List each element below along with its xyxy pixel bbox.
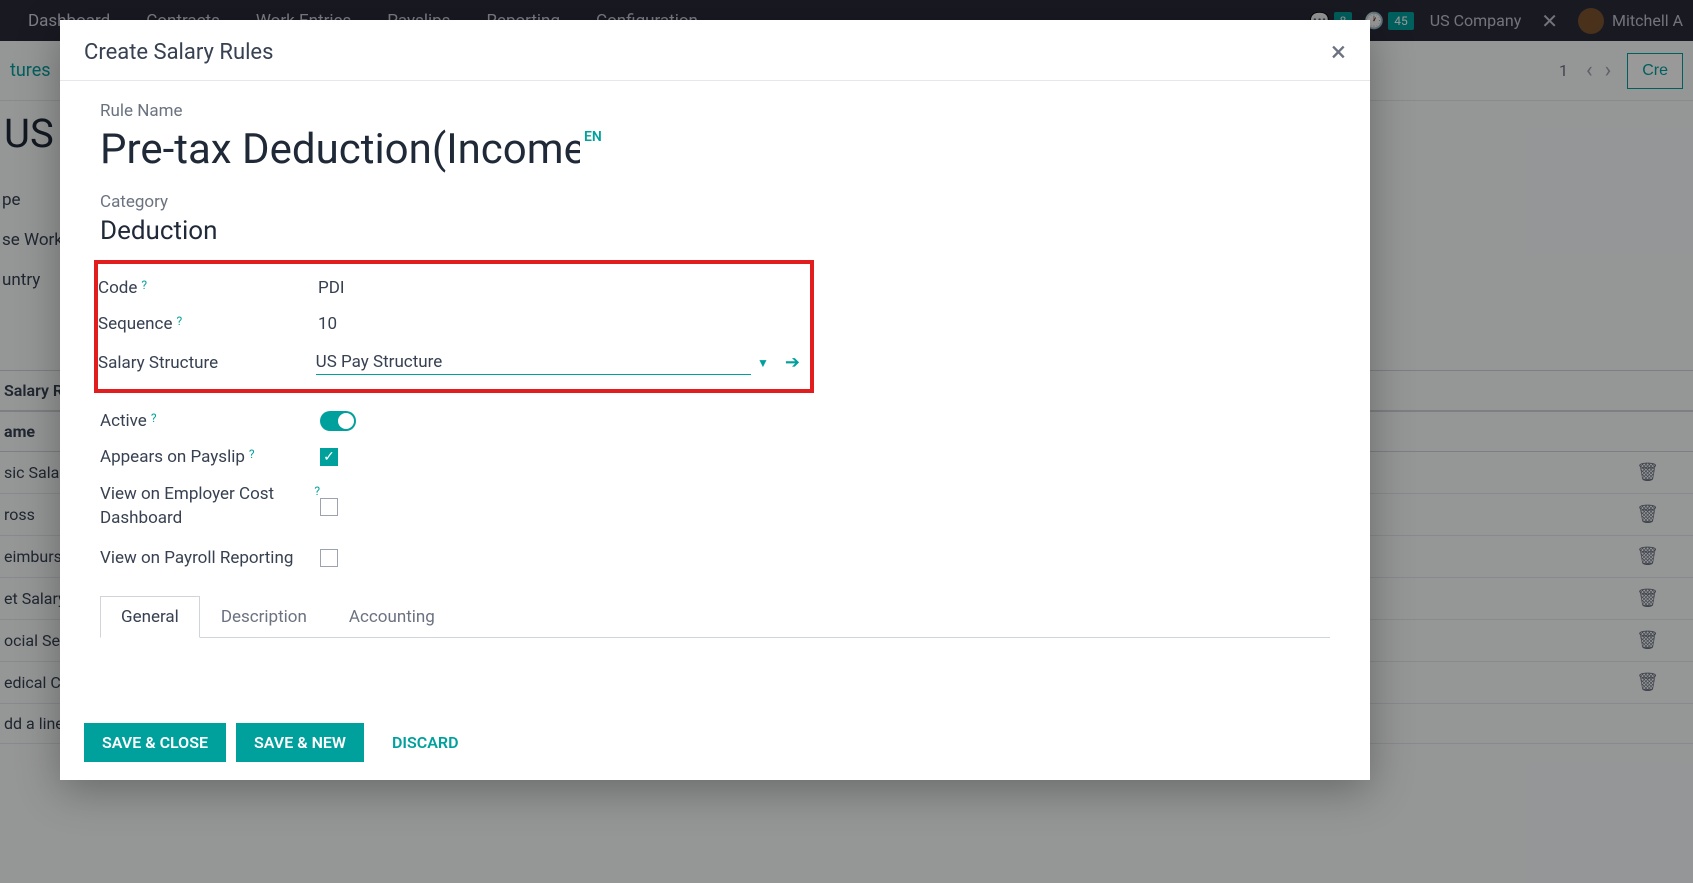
payroll-reporting-label: View on Payroll Reporting [100, 547, 320, 571]
modal-title: Create Salary Rules [84, 40, 1331, 65]
language-badge[interactable]: EN [584, 129, 602, 145]
modal-footer: SAVE & CLOSE SAVE & NEW DISCARD [60, 705, 1370, 780]
modal-body: Rule Name EN Category Deduction Code? PD… [60, 81, 1370, 705]
salary-structure-input[interactable] [316, 350, 751, 375]
category-label: Category [100, 192, 1330, 212]
help-icon[interactable]: ? [141, 278, 147, 292]
detail-tabs: General Description Accounting [100, 596, 1330, 638]
tab-general[interactable]: General [100, 596, 200, 638]
employer-cost-checkbox[interactable] [320, 498, 338, 516]
save-new-button[interactable]: SAVE & NEW [236, 723, 364, 762]
sequence-label: Sequence [98, 314, 172, 334]
code-value[interactable]: PDI [318, 278, 345, 298]
discard-button[interactable]: DISCARD [374, 723, 477, 762]
tab-accounting[interactable]: Accounting [328, 596, 456, 637]
sequence-value[interactable]: 10 [318, 314, 337, 334]
payroll-reporting-checkbox[interactable] [320, 549, 338, 567]
rule-name-input[interactable] [100, 125, 580, 174]
tab-description[interactable]: Description [200, 596, 328, 637]
salary-structure-label: Salary Structure [98, 353, 316, 373]
appears-on-payslip-label: Appears on Payslip [100, 447, 245, 467]
appears-on-payslip-checkbox[interactable]: ✓ [320, 448, 338, 466]
help-icon[interactable]: ? [176, 314, 182, 328]
highlighted-section: Code? PDI Sequence? 10 Salary Structure … [94, 260, 814, 393]
active-toggle[interactable] [320, 411, 356, 431]
employer-cost-label: View on Employer Cost Dashboard [100, 483, 310, 531]
dropdown-caret-icon[interactable]: ▼ [757, 356, 769, 370]
save-close-button[interactable]: SAVE & CLOSE [84, 723, 226, 762]
active-label: Active [100, 411, 147, 431]
category-value[interactable]: Deduction [100, 216, 1330, 246]
code-label: Code [98, 278, 137, 298]
help-icon[interactable]: ? [151, 411, 157, 425]
rule-name-label: Rule Name [100, 101, 1330, 121]
modal-header: Create Salary Rules × [60, 20, 1370, 81]
create-salary-rule-modal: Create Salary Rules × Rule Name EN Categ… [60, 20, 1370, 780]
external-link-icon[interactable]: ➔ [785, 352, 800, 373]
close-icon[interactable]: × [1331, 38, 1346, 66]
help-icon[interactable]: ? [249, 447, 255, 461]
